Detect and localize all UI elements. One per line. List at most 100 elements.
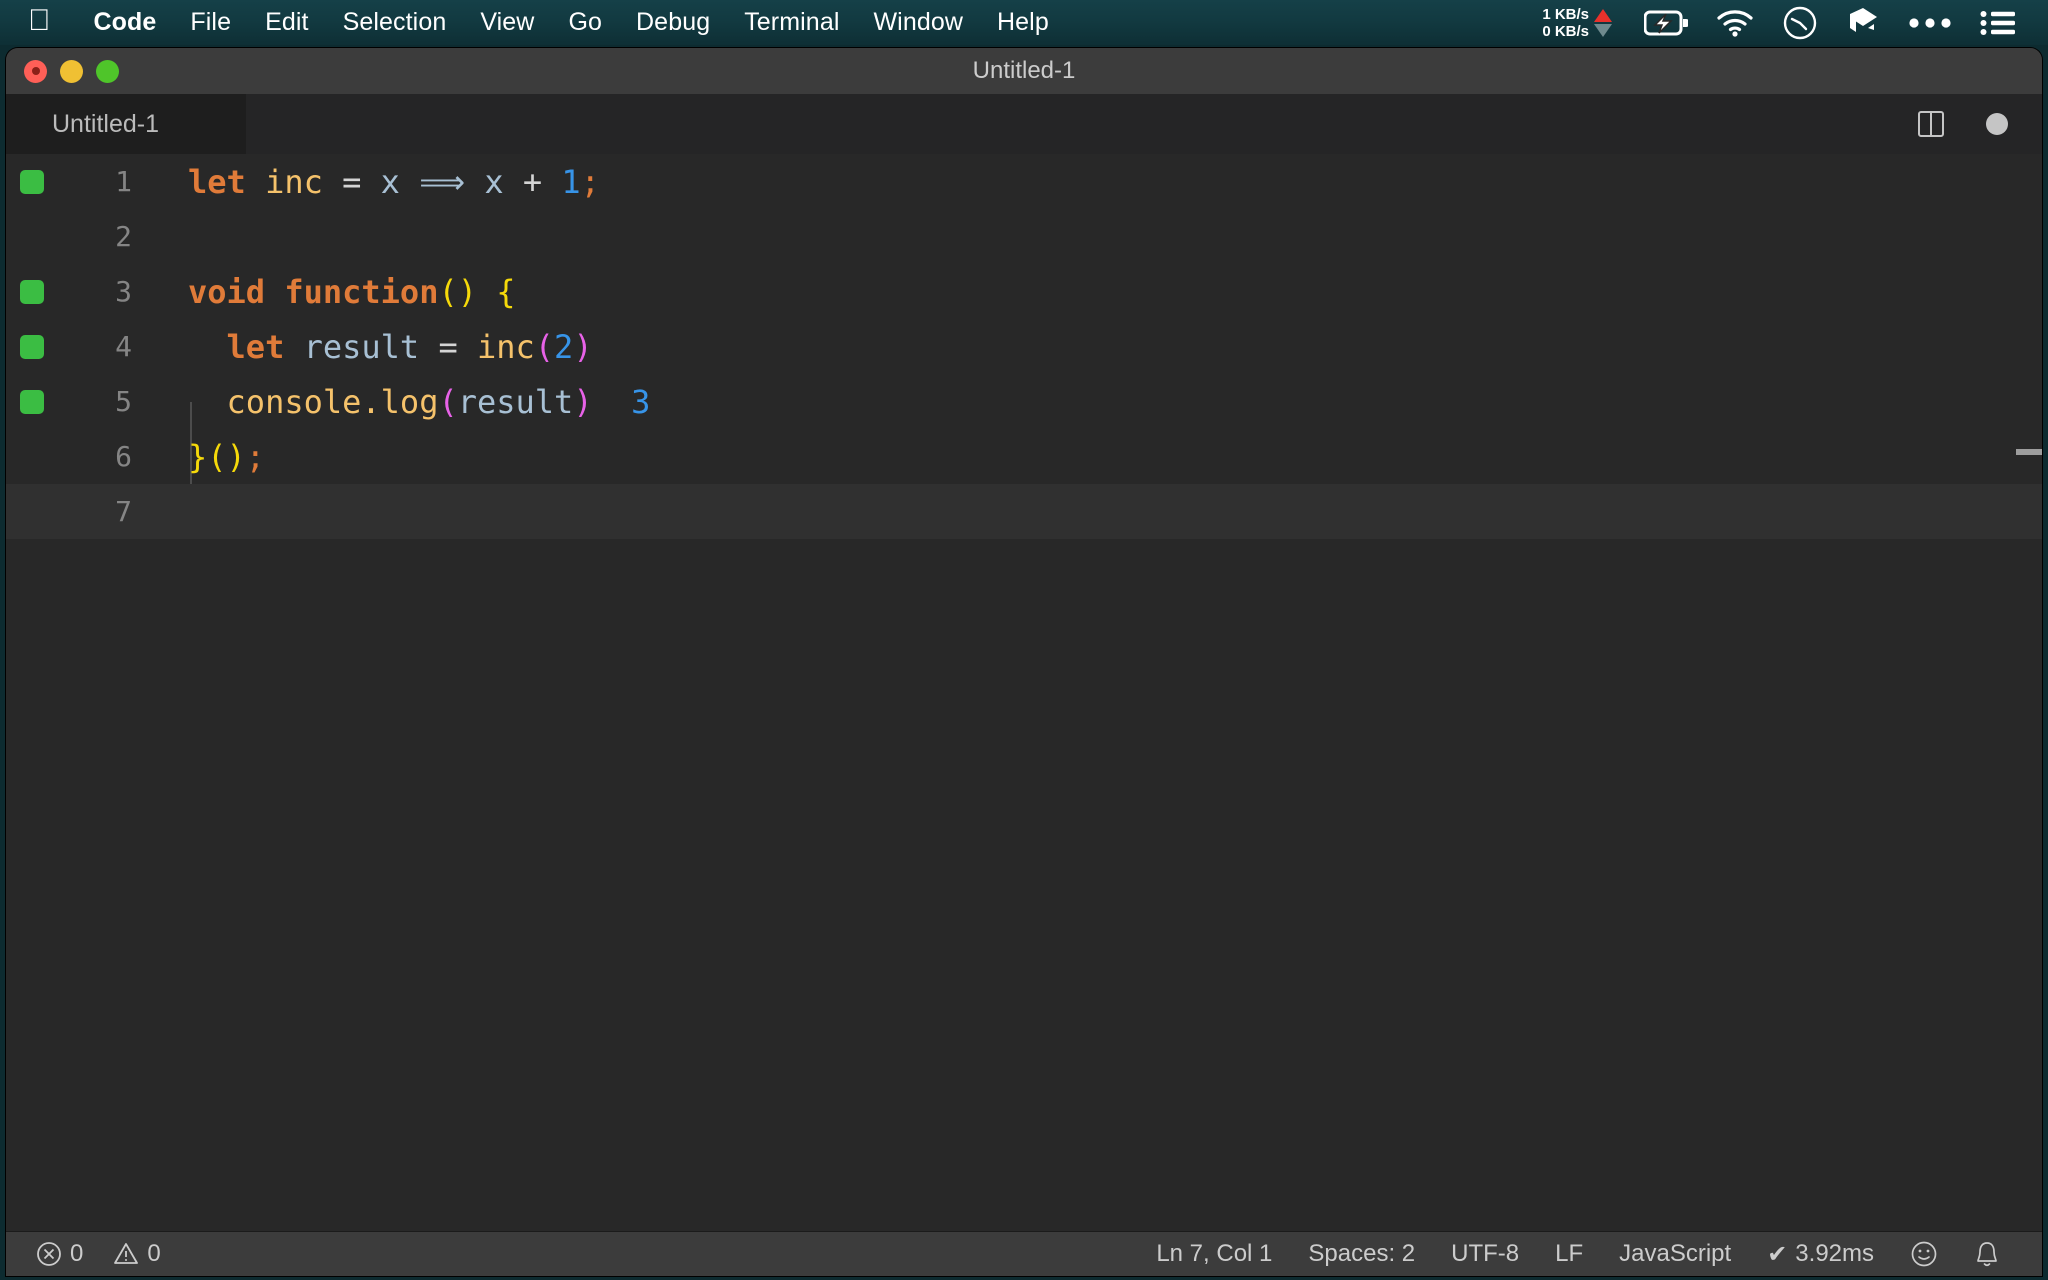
code-token: ( — [534, 327, 555, 366]
app-window: Untitled-1 Untitled-1 1 let inc = x ⟹ x +… — [6, 48, 2042, 1276]
menu-selection[interactable]: Selection — [326, 8, 464, 37]
errors-count: 0 — [70, 1240, 84, 1267]
battery-charging-icon[interactable] — [1644, 10, 1688, 36]
code-token: let — [226, 327, 285, 366]
apple-logo-icon[interactable]:  — [28, 5, 51, 36]
code-line[interactable]: 3 void function() { — [6, 264, 2042, 319]
code-token: console — [226, 382, 362, 421]
code-token: log — [380, 382, 439, 421]
ellipsis-icon[interactable] — [1908, 17, 1952, 29]
code-token: 1 — [561, 162, 581, 201]
code-token: ) — [573, 382, 593, 421]
tab-bar-actions — [1918, 111, 2042, 137]
run-check-icon: ✔ — [1767, 1240, 1788, 1268]
code-token: void — [188, 272, 266, 311]
menu-edit[interactable]: Edit — [248, 8, 325, 37]
line-number: 1 — [115, 165, 132, 198]
code-token: = — [438, 327, 458, 366]
smiley-icon[interactable] — [1892, 1240, 1956, 1268]
split-editor-icon[interactable] — [1918, 111, 1944, 137]
line-content: let result = inc(2) — [188, 328, 593, 366]
run-time-status[interactable]: ✔ 3.92ms — [1749, 1240, 1892, 1269]
overview-ruler-marker — [2016, 449, 2042, 455]
menu-file[interactable]: File — [173, 8, 248, 37]
indentation-setting[interactable]: Spaces: 2 — [1290, 1240, 1433, 1268]
code-line[interactable]: 6}(); — [6, 429, 2042, 484]
window-title-bar: Untitled-1 — [6, 48, 2042, 94]
bell-icon[interactable] — [1956, 1240, 2018, 1268]
code-token: () — [207, 437, 246, 476]
code-token: ; — [580, 162, 600, 201]
eol-setting[interactable]: LF — [1537, 1240, 1601, 1268]
line-number: 7 — [115, 495, 132, 528]
code-line[interactable]: 1 let inc = x ⟹ x + 1; — [6, 154, 2042, 209]
errors-status[interactable]: 0 — [36, 1240, 101, 1268]
line-number: 4 — [115, 330, 132, 363]
cursor-position[interactable]: Ln 7, Col 1 — [1138, 1240, 1290, 1268]
run-time-value: 3.92ms — [1795, 1240, 1874, 1267]
code-lines: 1 let inc = x ⟹ x + 1; 2 3 void function() {… — [6, 154, 2042, 539]
network-speed-indicator[interactable]: 1 KB/s 0 KB/s — [1542, 6, 1612, 40]
menu-window[interactable]: Window — [856, 8, 980, 37]
code-editor[interactable]: 1 let inc = x ⟹ x + 1; 2 3 void function() {… — [6, 154, 2042, 1231]
code-token: result — [457, 382, 574, 421]
code-token: inc — [265, 162, 323, 201]
download-speed: 0 KB/s — [1542, 22, 1589, 40]
menu-view[interactable]: View — [463, 8, 551, 37]
line-content: let inc = x ⟹ x + 1; — [188, 163, 600, 201]
upload-arrow-icon — [1594, 8, 1612, 22]
code-token: x — [380, 162, 400, 201]
code-line[interactable]: 2 — [6, 209, 2042, 264]
status-bar-left: 0 0 — [36, 1240, 179, 1268]
wifi-icon[interactable] — [1716, 9, 1754, 37]
error-circle-icon — [36, 1241, 62, 1267]
language-mode[interactable]: JavaScript — [1601, 1240, 1749, 1268]
dropbox-icon[interactable] — [1846, 6, 1880, 40]
menu-go[interactable]: Go — [551, 8, 619, 37]
code-token: = — [342, 162, 362, 201]
code-token: { — [496, 272, 516, 311]
menu-code[interactable]: Code — [77, 8, 174, 37]
menu-help[interactable]: Help — [980, 8, 1066, 37]
clock-icon[interactable] — [1782, 5, 1818, 41]
code-line[interactable]: 5 console.log(result) 3 — [6, 374, 2042, 429]
code-token: inc — [476, 327, 535, 366]
code-line[interactable]: 4 let result = inc(2) — [6, 319, 2042, 374]
code-token: ( — [438, 382, 458, 421]
warnings-count: 0 — [147, 1240, 161, 1267]
status-bar: 0 0 Ln 7, Col 1 Spaces: 2 UTF-8 LF JavaS… — [6, 1231, 2042, 1276]
control-center-list-icon[interactable] — [1980, 10, 2016, 36]
code-token: ; — [245, 437, 266, 476]
editor-scrollbar[interactable] — [2016, 154, 2042, 1231]
menu-items: Code File Edit Selection View Go Debug Terminal… — [77, 8, 1066, 37]
warnings-status[interactable]: 0 — [113, 1240, 178, 1268]
code-token: } — [188, 437, 208, 476]
window-title: Untitled-1 — [972, 57, 1076, 84]
unsaved-dot-icon[interactable] — [1986, 113, 2008, 135]
line-number: 5 — [115, 385, 132, 418]
code-token: function — [284, 272, 439, 311]
code-token: result — [303, 327, 420, 366]
code-line[interactable]: 7 — [6, 484, 2042, 539]
menu-terminal[interactable]: Terminal — [727, 8, 856, 37]
menu-debug[interactable]: Debug — [619, 8, 727, 37]
encoding-setting[interactable]: UTF-8 — [1433, 1240, 1537, 1268]
line-content: }(); — [188, 438, 265, 476]
code-token: () — [438, 272, 477, 311]
warning-triangle-icon — [113, 1241, 139, 1267]
line-content: void function() { — [188, 273, 516, 311]
tab-untitled-1[interactable]: Untitled-1 — [6, 94, 246, 154]
